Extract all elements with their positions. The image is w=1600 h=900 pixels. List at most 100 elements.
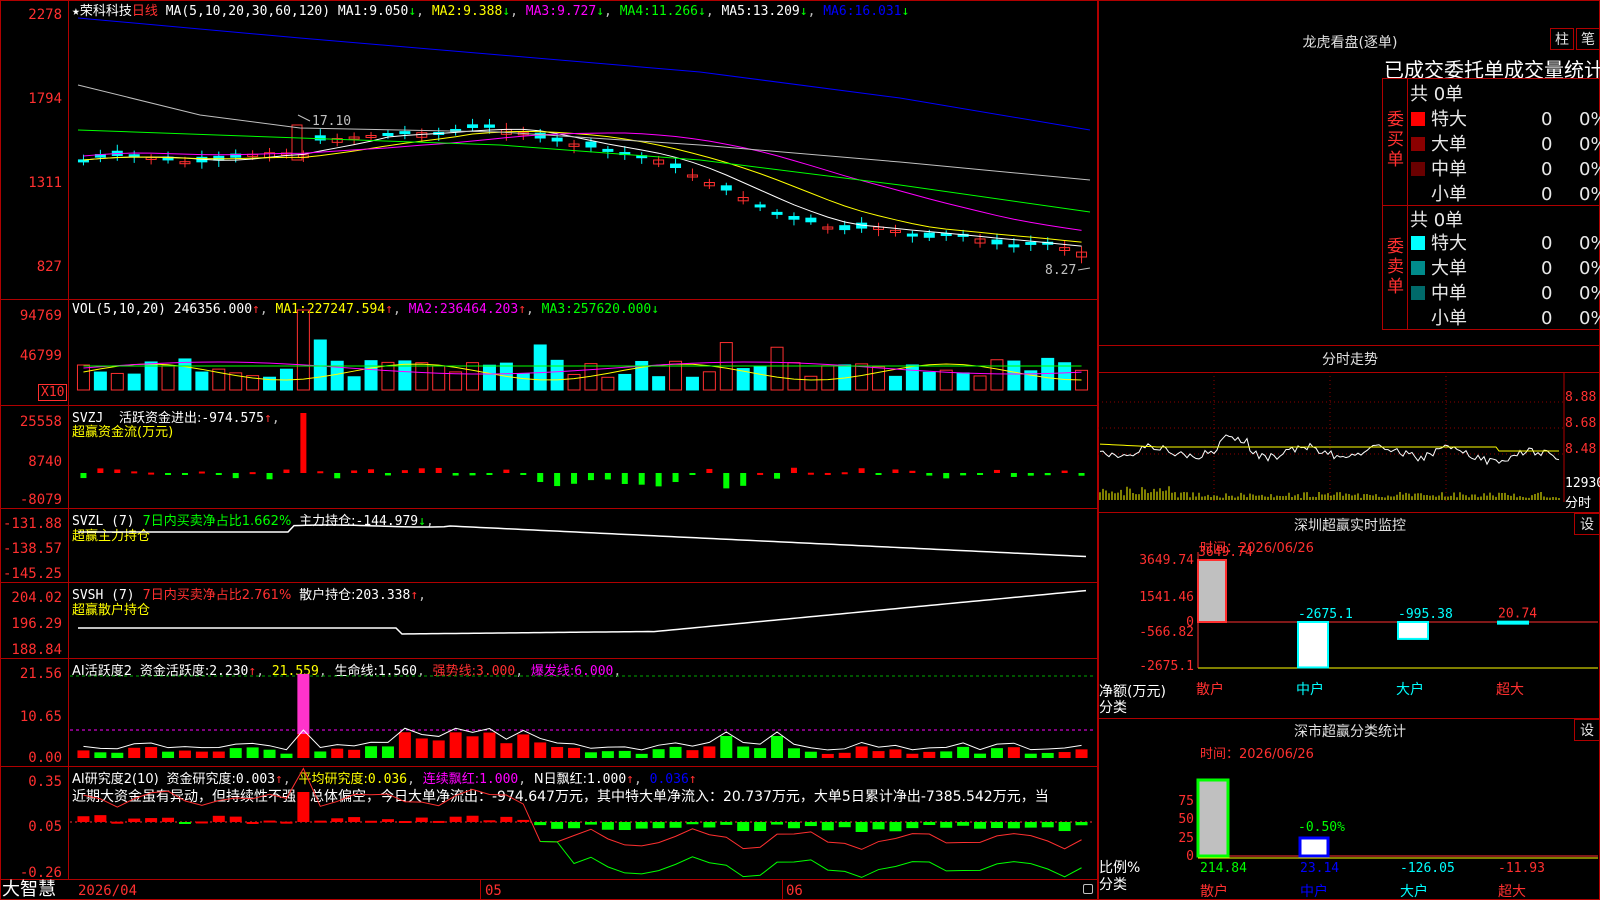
research-bar xyxy=(534,822,547,826)
flow-bar xyxy=(131,471,138,474)
research-bar xyxy=(618,822,631,831)
ma5-line xyxy=(77,84,1091,181)
classify-chart[interactable]: 75 50 25 0 -0.50% 214.84 散户 23.14 中户 -126.05 大户 -11… xyxy=(1098,718,1600,900)
svzl-chart[interactable] xyxy=(0,508,1098,584)
active-bar xyxy=(889,749,902,758)
vol-chart[interactable] xyxy=(0,300,1098,410)
candle xyxy=(314,135,326,141)
ai-research-chart[interactable] xyxy=(0,766,1098,880)
flow-bar xyxy=(807,472,814,475)
date-tick-3: 06 xyxy=(786,883,803,899)
active-bar xyxy=(618,750,631,758)
vol-bar xyxy=(178,358,192,391)
research-bar xyxy=(111,821,124,824)
lhb-buy-row: 特大 0 0% xyxy=(1411,105,1600,131)
active-bar xyxy=(568,747,581,758)
ai-active-chart[interactable] xyxy=(0,658,1098,768)
vol-bar xyxy=(804,375,818,391)
flow-bar xyxy=(926,473,933,476)
flow-bar xyxy=(469,473,476,476)
monitor-chart[interactable]: 3649.741541.460-566.82-2675.13649.74散户-2… xyxy=(1098,512,1600,712)
vol-bar xyxy=(922,371,936,391)
classify-value: 214.84 xyxy=(1200,861,1247,876)
intraday-y-tick: 8.68 xyxy=(1565,416,1597,431)
ma2-line xyxy=(83,130,1082,243)
vol-bar xyxy=(161,365,175,391)
active-bar xyxy=(466,736,479,758)
flow-bar xyxy=(858,468,865,473)
monitor-category: 超大 xyxy=(1496,682,1524,698)
flow-bar xyxy=(435,467,442,473)
research-bar xyxy=(872,822,885,830)
vol-bar xyxy=(398,360,412,391)
active-bar xyxy=(348,749,361,758)
classify-category: 中户 xyxy=(1300,883,1328,900)
research-bar xyxy=(466,815,479,822)
research-bar xyxy=(500,816,513,822)
flow-bar xyxy=(503,469,510,473)
flow-bar xyxy=(283,469,290,473)
lhb-sell-row-name: 大单 xyxy=(1431,258,1467,279)
research-bar xyxy=(195,821,208,824)
research-bar xyxy=(1058,822,1071,832)
lhb-buy-row: 小单 0 0% xyxy=(1411,180,1600,206)
vol-bar xyxy=(533,344,547,391)
legend-swatch-icon xyxy=(1411,112,1425,126)
svzj-chart[interactable] xyxy=(0,405,1098,509)
vol-bar xyxy=(567,373,581,391)
flow-bar xyxy=(249,472,256,475)
flow-bar xyxy=(1078,473,1085,476)
lock-icon[interactable] xyxy=(1083,884,1093,894)
kline-high-annotation: 17.10 xyxy=(312,114,351,129)
intraday-unit: 分时 xyxy=(1565,496,1592,511)
active-bar xyxy=(754,748,767,758)
vol-bar xyxy=(93,371,107,391)
brand-label: 大智慧 xyxy=(2,879,56,900)
flow-bar xyxy=(689,473,696,475)
active-bar xyxy=(906,753,919,758)
active-bar xyxy=(940,751,953,758)
legend-swatch-icon xyxy=(1411,187,1425,201)
flow-bar xyxy=(232,473,239,479)
active-bar xyxy=(432,740,445,758)
vol-bar xyxy=(449,371,463,391)
lhb-sell-row-pct: 0% xyxy=(1579,283,1600,304)
active-bar xyxy=(737,746,750,758)
candle xyxy=(670,163,682,168)
research-bar xyxy=(974,822,987,829)
flow-bar xyxy=(351,470,358,473)
flow-bar xyxy=(537,473,544,483)
kline-chart[interactable]: 17.10 8.27 xyxy=(0,0,1098,300)
research-bar xyxy=(635,822,648,829)
research-bar xyxy=(889,822,902,832)
vol-bar xyxy=(195,371,209,391)
flow-bar xyxy=(418,468,425,473)
svsh-chart[interactable] xyxy=(0,582,1098,658)
intraday-chart[interactable] xyxy=(1098,372,1600,512)
vol-bar xyxy=(1058,362,1072,391)
active-bar xyxy=(381,746,394,758)
active-bar xyxy=(990,748,1003,758)
flow-bar xyxy=(757,472,764,475)
lhb-tab-bar[interactable]: 柱 xyxy=(1550,28,1574,50)
active-bar xyxy=(1007,747,1020,758)
active-bar xyxy=(1024,753,1037,758)
research-bar xyxy=(297,792,310,822)
monitor-bar-label: 3649.74 xyxy=(1198,545,1253,560)
research-bar xyxy=(314,820,327,823)
classify-y-tick: 25 xyxy=(1178,831,1194,846)
active-bar xyxy=(500,743,513,758)
active-bar xyxy=(855,746,868,758)
lhb-tab-tick[interactable]: 笔 xyxy=(1576,28,1600,50)
legend-swatch-icon xyxy=(1411,311,1425,325)
flow-bar xyxy=(452,473,459,476)
lhb-buy-row: 中单 0 0% xyxy=(1411,155,1600,181)
research-bar xyxy=(415,817,428,822)
date-tick-2: 05 xyxy=(485,883,502,899)
active-bar xyxy=(635,753,648,758)
active-bar xyxy=(162,751,175,758)
intraday-y-tick: 8.48 xyxy=(1565,442,1597,457)
flow-bar xyxy=(520,473,527,475)
flow-bar xyxy=(706,468,713,473)
candle xyxy=(839,225,851,231)
